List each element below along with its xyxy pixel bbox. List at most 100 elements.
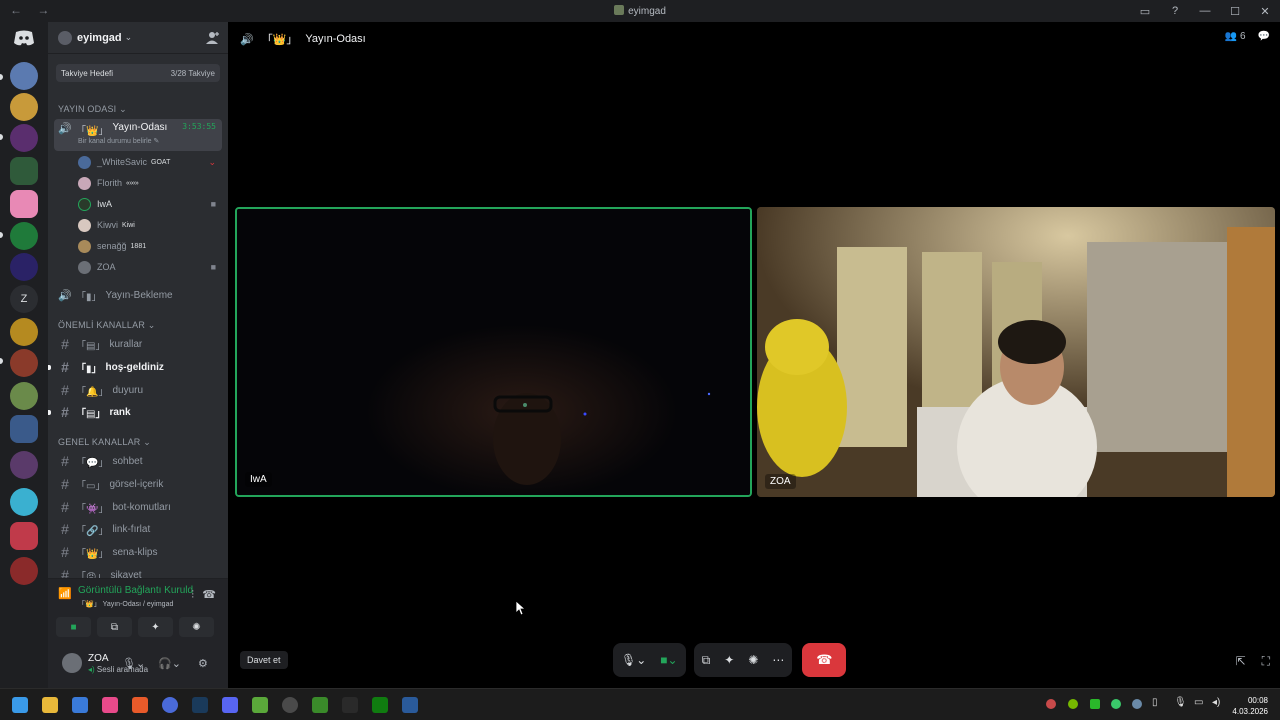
microphone-tray-icon[interactable]: 🎙 <box>1174 697 1187 708</box>
voice-status[interactable]: Görüntülü Bağlantı Kuruld <box>78 585 193 596</box>
tray-icon[interactable] <box>1111 699 1121 709</box>
chat-icon[interactable]: 💬 <box>1258 31 1270 42</box>
maximize-button[interactable]: ☐ <box>1220 5 1250 18</box>
server-icon[interactable] <box>10 488 38 516</box>
camera-toggle[interactable]: ■⌄ <box>660 653 677 667</box>
text-channel[interactable]: # 「👾」 bot-komutları <box>54 497 222 517</box>
text-channel[interactable]: # 「🔗」 link-fırlat <box>54 519 222 539</box>
text-channel[interactable]: # 「🔔」 duyuru <box>54 380 222 400</box>
server-icon[interactable] <box>10 93 38 121</box>
screen-share-button[interactable]: ⧉ <box>97 617 132 637</box>
epic-games-icon[interactable] <box>342 697 358 713</box>
voice-member[interactable]: senağğ 1881 <box>78 236 222 256</box>
app-icon[interactable] <box>72 697 88 713</box>
discord-logo-icon[interactable] <box>12 29 36 47</box>
settings-gear-icon[interactable]: ⚙ <box>198 657 208 670</box>
brave-browser-icon[interactable] <box>132 697 148 713</box>
voice-member[interactable]: IwA ■ <box>78 194 222 214</box>
server-icon[interactable] <box>10 451 38 479</box>
avatar[interactable] <box>62 653 82 673</box>
steam-icon[interactable] <box>192 697 208 713</box>
headphones-icon[interactable]: 🎧⌄ <box>158 657 181 670</box>
text-channel[interactable]: # 「▮」 hoş-geldiniz <box>54 357 222 377</box>
server-folder[interactable] <box>10 522 38 550</box>
video-tile[interactable]: IwA <box>235 207 752 497</box>
category-onemli[interactable]: ÖNEMLİ KANALLAR ⌄ <box>58 320 155 331</box>
category-yayin[interactable]: YAYIN ODASI ⌄ <box>58 104 127 115</box>
file-explorer-icon[interactable] <box>42 697 58 713</box>
steam-tray-icon[interactable] <box>1132 699 1142 709</box>
discord-icon[interactable] <box>222 697 238 713</box>
xbox-icon[interactable] <box>372 697 388 713</box>
server-icon[interactable] <box>10 349 38 377</box>
category-genel[interactable]: GENEL KANALLAR ⌄ <box>58 437 151 448</box>
microphone-toggle[interactable]: 🎙⌄ <box>621 653 646 667</box>
channel-emoji-bracket: 「👑」 <box>76 126 109 137</box>
app-icon[interactable] <box>102 697 118 713</box>
channel-emoji-bracket: 「▤」 <box>76 340 106 352</box>
leave-call-button[interactable]: ☎ <box>802 643 847 677</box>
voice-member[interactable]: Kiwvi Kiwi <box>78 215 222 235</box>
server-icon[interactable] <box>10 253 38 281</box>
activities-button[interactable]: ✦ <box>138 617 173 637</box>
minecraft-icon[interactable] <box>312 697 328 713</box>
battery-icon[interactable]: ▯ <box>1152 697 1158 708</box>
start-button[interactable] <box>12 697 28 713</box>
close-button[interactable]: ✕ <box>1250 5 1280 18</box>
server-icon[interactable] <box>10 318 38 346</box>
text-channel[interactable]: # 「▤」 kurallar <box>54 334 222 354</box>
server-icon[interactable] <box>10 62 38 90</box>
volume-icon[interactable]: ◂) <box>1212 697 1220 708</box>
voice-member[interactable]: Florith «∞» <box>78 173 222 193</box>
voice-member[interactable]: _WhiteSavic GOAT ⌄ <box>78 152 222 172</box>
server-icon[interactable] <box>10 190 38 218</box>
minimize-button[interactable]: — <box>1190 5 1220 17</box>
channel-status-hint[interactable]: Bir kanal durumu belirle ✎ <box>78 137 159 145</box>
microphone-icon[interactable]: 🎙⌄ <box>122 657 145 670</box>
video-tile[interactable]: ZOA <box>757 207 1275 497</box>
network-icon[interactable]: ▭ <box>1194 697 1203 708</box>
nvidia-icon[interactable] <box>1068 699 1078 709</box>
server-header[interactable]: eyimgad ⌄ <box>48 22 228 54</box>
text-channel[interactable]: # 「💬」 sohbet <box>54 451 222 471</box>
voice-member[interactable]: ZOA ■ <box>78 257 222 277</box>
tray-icon[interactable] <box>1046 699 1056 709</box>
avatar <box>78 155 91 169</box>
soundwave-icon[interactable]: ⫶ <box>191 589 194 602</box>
text-channel[interactable]: # 「▤」 rank <box>54 402 222 422</box>
soundboard-button[interactable]: ✺ <box>179 617 214 637</box>
fullscreen-icon[interactable]: ⛶ <box>1262 654 1270 669</box>
system-clock[interactable]: 00:08 4.03.2026 <box>1232 695 1268 717</box>
voice-channel-yayin-odasi[interactable]: 🔊 「👑」 Yayın-Odası 3:53:55 <box>54 119 222 151</box>
activities-icon[interactable]: ✦ <box>724 653 734 667</box>
app-icon[interactable] <box>252 697 268 713</box>
signal-icon[interactable]: 📶 <box>58 587 72 600</box>
add-member-icon[interactable] <box>206 31 220 45</box>
inbox-icon[interactable]: ▭ <box>1130 5 1160 18</box>
server-icon[interactable] <box>10 124 38 152</box>
hash-icon: # <box>61 382 69 398</box>
server-icon[interactable] <box>10 222 38 250</box>
more-options-icon[interactable]: ⋯ <box>772 653 784 667</box>
help-icon[interactable]: ? <box>1160 5 1190 17</box>
server-icon-z[interactable]: Z <box>10 285 38 313</box>
camera-button[interactable]: ■ <box>56 617 91 637</box>
participants-button[interactable]: 👥 6 <box>1225 31 1246 42</box>
server-folder[interactable] <box>10 415 38 443</box>
text-channel[interactable]: # 「▭」 görsel-içerik <box>54 474 222 494</box>
invite-button[interactable]: Davet et <box>240 651 288 669</box>
app-icon[interactable] <box>162 697 178 713</box>
disconnect-icon[interactable]: ☎ <box>202 588 216 601</box>
boost-goal-bar[interactable]: Takviye Hedefi 3/28 Takviye <box>56 64 220 82</box>
voice-channel-yayin-bekleme[interactable]: 🔊 「▮」 Yayın-Bekleme <box>54 285 222 305</box>
tray-icon[interactable] <box>1090 699 1100 709</box>
app-icon[interactable] <box>282 697 298 713</box>
server-icon[interactable] <box>10 157 38 185</box>
text-channel[interactable]: # 「👑」 sena-klips <box>54 542 222 562</box>
server-icon[interactable] <box>10 557 38 585</box>
screen-share-icon[interactable]: ⧉ <box>702 653 711 668</box>
server-icon[interactable] <box>10 382 38 410</box>
app-icon[interactable] <box>402 697 418 713</box>
popout-icon[interactable]: ⇱ <box>1236 654 1246 669</box>
soundboard-icon[interactable]: ✺ <box>748 653 758 667</box>
